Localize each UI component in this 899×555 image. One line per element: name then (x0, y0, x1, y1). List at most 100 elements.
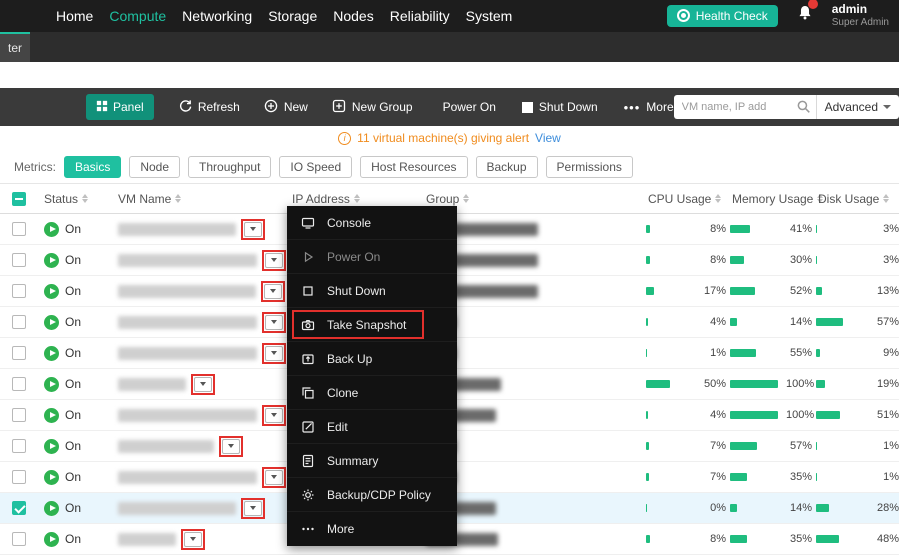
metrics-buttons: Basics Node Throughput IO Speed Host Resourc… (64, 156, 633, 178)
cpu-usage-bar (646, 349, 690, 357)
status-on-icon (44, 532, 59, 547)
refresh-icon (178, 99, 192, 116)
view-toggle: Panel List (86, 94, 154, 120)
row-checkbox[interactable] (12, 439, 26, 453)
health-check-button[interactable]: Health Check (667, 5, 778, 27)
cpu-usage-bar (646, 411, 690, 419)
metrics-tab-throughput[interactable]: Throughput (188, 156, 271, 178)
context-menu-item-clone[interactable]: Clone (287, 376, 457, 410)
vm-name-redacted (118, 254, 257, 267)
row-dropdown-button[interactable] (184, 532, 202, 547)
row-checkbox[interactable] (12, 346, 26, 360)
chevron-down-icon (250, 227, 256, 231)
alert-view-link[interactable]: View (535, 131, 561, 145)
nav-item-networking[interactable]: Networking (182, 8, 252, 24)
column-header-group[interactable]: Group (420, 192, 642, 206)
shut-down-button[interactable]: Shut Down (522, 100, 598, 114)
power-on-button[interactable]: Power On (443, 100, 496, 114)
new-group-button[interactable]: New Group (332, 99, 413, 116)
row-checkbox[interactable] (12, 501, 26, 515)
memory-usage-bar (730, 287, 776, 295)
info-icon (338, 132, 351, 145)
metrics-tab-basics[interactable]: Basics (64, 156, 121, 178)
metrics-tab-backup[interactable]: Backup (476, 156, 538, 178)
column-header-memory-usage[interactable]: Memory Usage (726, 192, 812, 206)
context-menu-item-shut-down[interactable]: Shut Down (287, 274, 457, 308)
memory-usage-value: 35% (784, 533, 812, 545)
row-dropdown-button[interactable] (265, 253, 283, 268)
refresh-button[interactable]: Refresh (178, 99, 240, 116)
search-box (674, 95, 816, 119)
column-header-disk-usage[interactable]: Disk Usage (812, 192, 899, 206)
memory-usage-bar (730, 442, 776, 450)
disk-usage-value: 13% (870, 285, 899, 297)
row-checkbox[interactable] (12, 377, 26, 391)
row-dropdown-button[interactable] (265, 408, 283, 423)
column-header-ip-address[interactable]: IP Address (286, 192, 420, 206)
column-header-status[interactable]: Status (38, 192, 112, 206)
row-checkbox[interactable] (12, 222, 26, 236)
shutdown-icon (301, 284, 315, 298)
chevron-down-icon (883, 105, 891, 109)
row-dropdown-button[interactable] (194, 377, 212, 392)
memory-usage-bar (730, 318, 776, 326)
user-menu[interactable]: admin Super Admin (832, 3, 889, 28)
memory-usage-value: 14% (784, 316, 812, 328)
context-menu-item-summary[interactable]: Summary (287, 444, 457, 478)
disk-usage-value: 19% (870, 378, 899, 390)
row-dropdown-button[interactable] (265, 346, 283, 361)
nav-item-compute[interactable]: Compute (109, 8, 166, 24)
disk-usage-bar (816, 411, 862, 419)
nav-item-home[interactable]: Home (56, 8, 93, 24)
memory-usage-value: 52% (784, 285, 812, 297)
row-dropdown-button[interactable] (265, 315, 283, 330)
row-dropdown-button[interactable] (222, 439, 240, 454)
nav-item-reliability[interactable]: Reliability (390, 8, 450, 24)
column-label: CPU Usage (648, 192, 711, 206)
memory-usage-value: 100% (786, 409, 814, 421)
nav-item-storage[interactable]: Storage (268, 8, 317, 24)
nav-item-system[interactable]: System (466, 8, 513, 24)
row-dropdown-button[interactable] (265, 470, 283, 485)
panel-view-button[interactable]: Panel (86, 94, 154, 120)
context-menu-item-console[interactable]: Console (287, 206, 457, 240)
disk-usage-bar (816, 225, 862, 233)
column-header-cpu-usage[interactable]: CPU Usage (642, 192, 726, 206)
vm-management-app: Home Compute Networking Storage Nodes Reliabi… (0, 0, 899, 555)
row-checkbox[interactable] (12, 253, 26, 267)
nav-item-nodes[interactable]: Nodes (333, 8, 373, 24)
select-all-checkbox[interactable] (12, 192, 26, 206)
row-dropdown-button[interactable] (244, 222, 262, 237)
row-checkbox[interactable] (12, 408, 26, 422)
search-icon[interactable] (796, 99, 811, 114)
more-button[interactable]: ••• More (624, 100, 674, 114)
context-menu-item-backup-cdp-policy[interactable]: Backup/CDP Policy (287, 478, 457, 512)
disk-usage-bar (816, 349, 862, 357)
memory-usage-value: 57% (784, 440, 812, 452)
context-menu-item-edit[interactable]: Edit (287, 410, 457, 444)
metrics-tab-node[interactable]: Node (129, 156, 180, 178)
metrics-tab-host-resources[interactable]: Host Resources (360, 156, 467, 178)
metrics-tab-io-speed[interactable]: IO Speed (279, 156, 352, 178)
notifications-button[interactable] (796, 4, 814, 27)
tab-cluster-partial[interactable]: ter (0, 32, 30, 62)
context-menu-item-back-up[interactable]: Back Up (287, 342, 457, 376)
disk-usage-bar (816, 473, 862, 481)
row-checkbox[interactable] (12, 470, 26, 484)
row-checkbox[interactable] (12, 532, 26, 546)
context-menu-item-take-snapshot[interactable]: Take Snapshot (287, 308, 457, 342)
chevron-down-icon (271, 320, 277, 324)
status-label: On (65, 501, 81, 515)
context-menu-item-label: Console (327, 216, 371, 230)
advanced-button[interactable]: Advanced (816, 95, 899, 119)
row-dropdown-button[interactable] (244, 501, 262, 516)
row-dropdown-button[interactable] (264, 284, 282, 299)
navbar-right: Health Check admin Super Admin (667, 3, 899, 28)
context-menu-item-more[interactable]: More (287, 512, 457, 546)
new-vm-button[interactable]: New (264, 99, 308, 116)
metrics-tab-permissions[interactable]: Permissions (546, 156, 633, 178)
search-input[interactable] (674, 95, 816, 119)
column-header-vm-name[interactable]: VM Name (112, 192, 286, 206)
row-checkbox[interactable] (12, 315, 26, 329)
row-checkbox[interactable] (12, 284, 26, 298)
